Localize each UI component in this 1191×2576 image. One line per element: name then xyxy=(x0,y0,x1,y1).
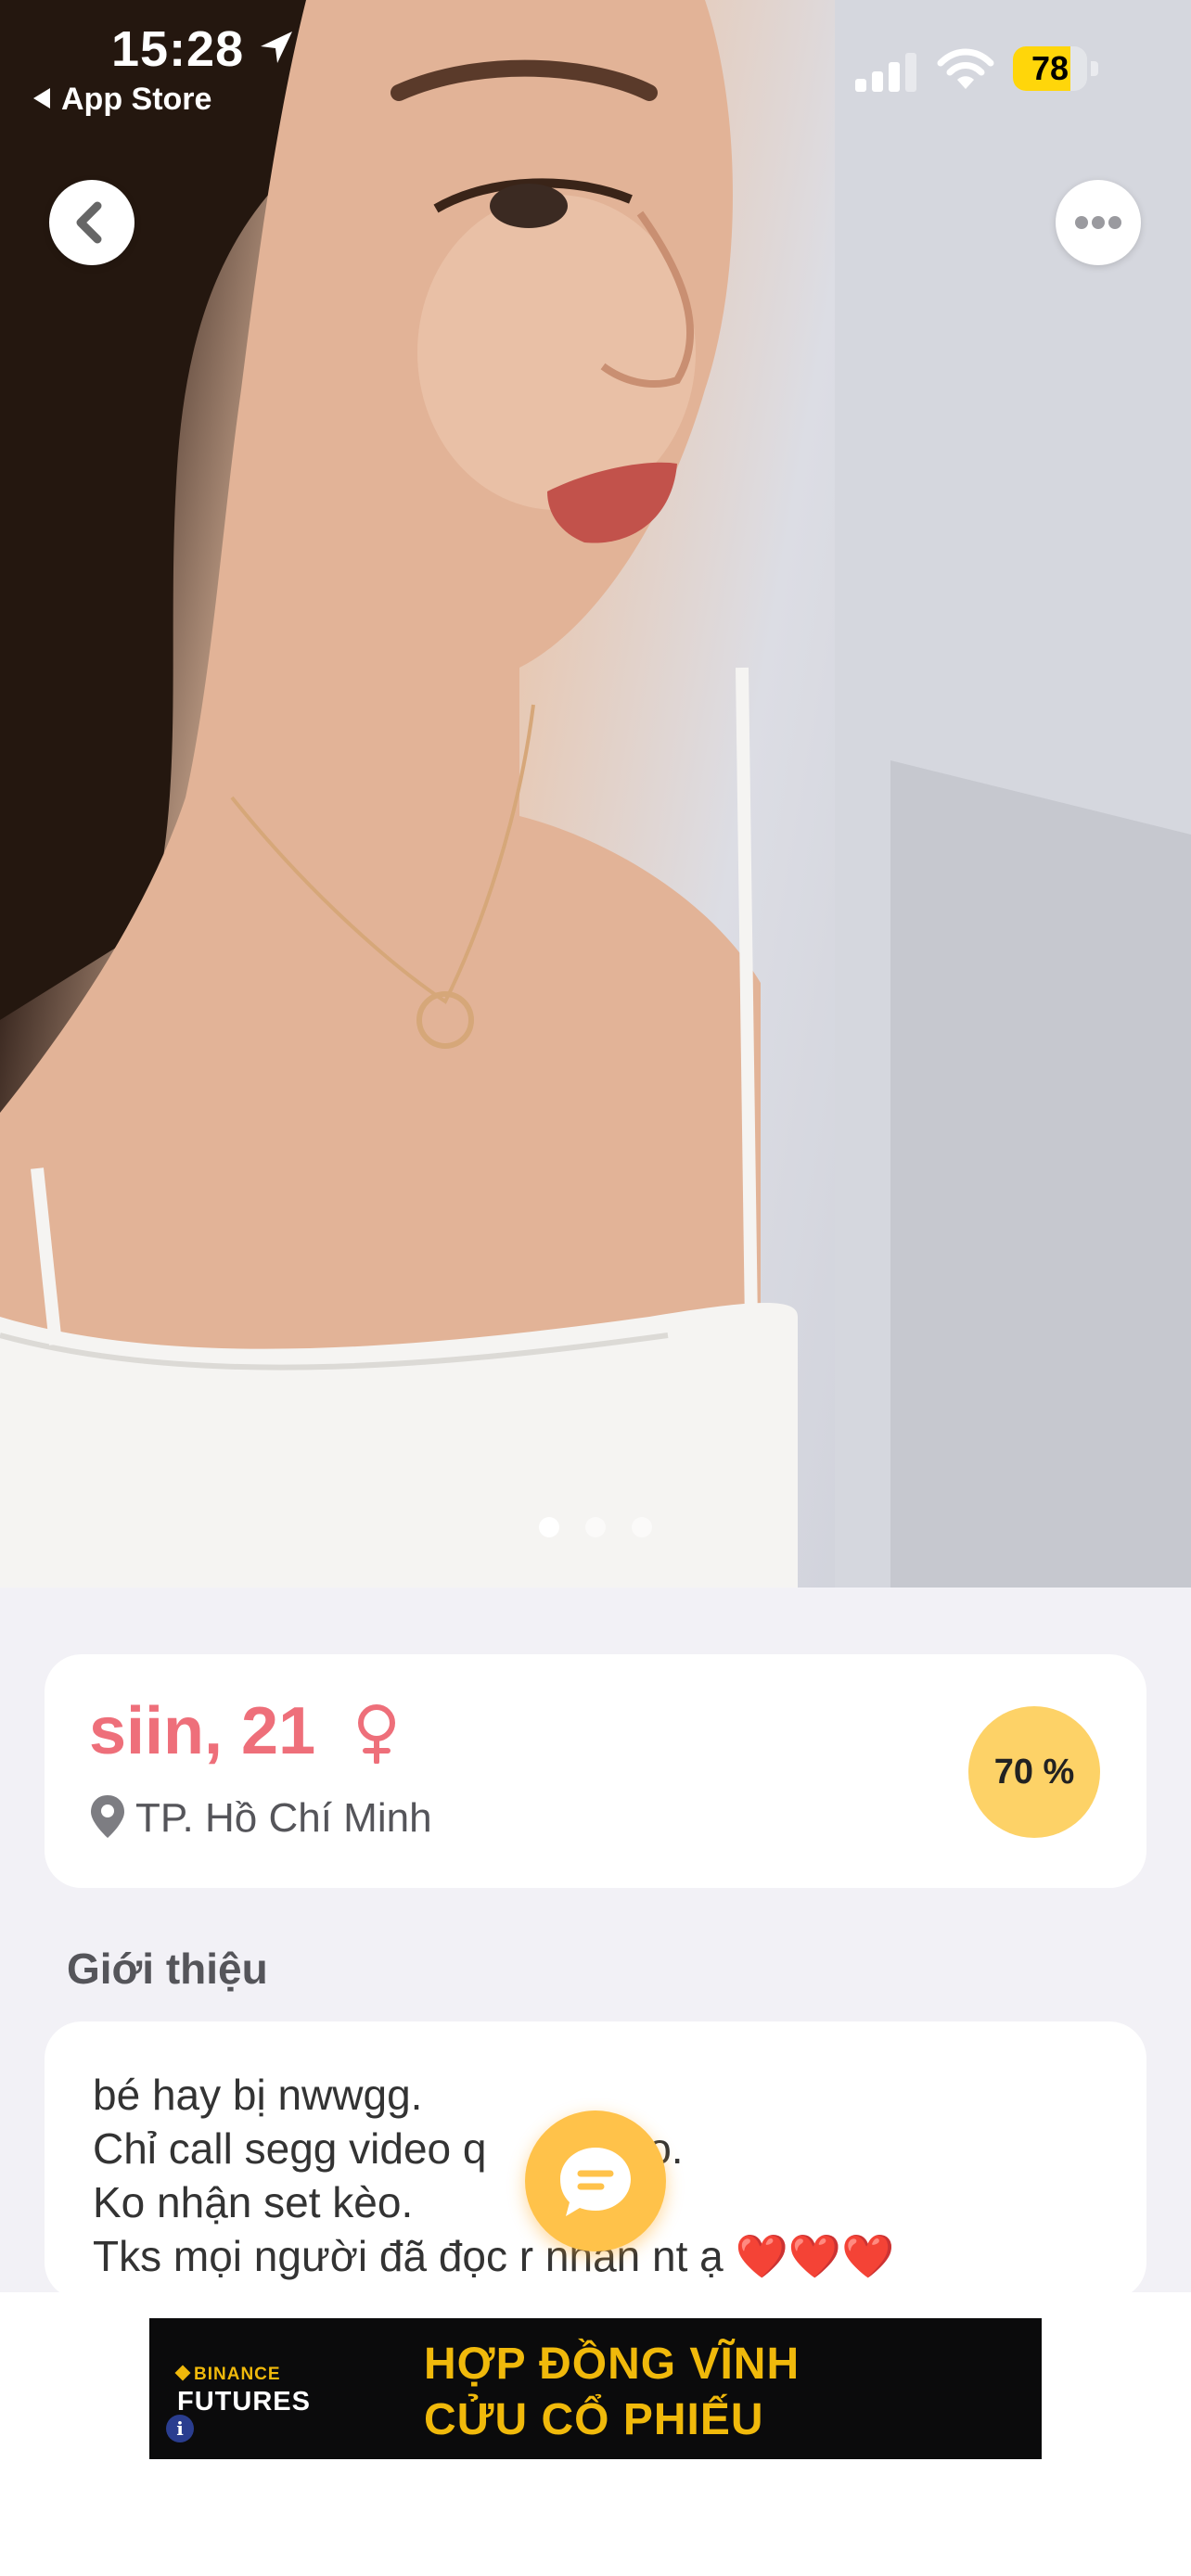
back-app-label: App Store xyxy=(61,82,212,117)
chat-bubble-icon xyxy=(560,2148,631,2216)
location-arrow-icon xyxy=(261,32,292,63)
wifi-icon xyxy=(937,48,994,89)
status-bar: 15:28 App Store 78 xyxy=(0,0,1191,130)
status-time: 15:28 xyxy=(111,21,245,77)
bio-line-2: Chỉ call segg video q xyxy=(93,2124,487,2173)
ad-headline-2: CỬU CỔ PHIẾU xyxy=(424,2395,764,2444)
female-icon xyxy=(358,1704,395,1764)
ad-banner[interactable]: BINANCE FUTURES i HỢP ĐỒNG VĨNH CỬU CỔ P… xyxy=(149,2318,1042,2459)
more-options-button[interactable] xyxy=(1056,180,1141,265)
ad-area: BINANCE FUTURES i HỢP ĐỒNG VĨNH CỬU CỔ P… xyxy=(0,2292,1191,2576)
bio-line-4: Tks mọi người đã đọc r nhấn nt ạ ❤️❤️❤️ xyxy=(93,2232,895,2280)
battery-percent: 78 xyxy=(1031,49,1069,87)
ad-brand-line2: FUTURES xyxy=(177,2387,311,2417)
pager-dot-2[interactable] xyxy=(585,1517,606,1537)
ad-brand-line1: BINANCE xyxy=(194,2365,281,2384)
back-button[interactable] xyxy=(49,180,134,265)
pager-dot-1[interactable] xyxy=(539,1517,559,1537)
chevron-left-icon xyxy=(76,201,102,244)
chat-button[interactable] xyxy=(525,2111,666,2251)
intro-section-title: Giới thiệu xyxy=(67,1945,268,1993)
profile-photo[interactable] xyxy=(0,0,1191,1588)
pager-dot-3[interactable] xyxy=(632,1517,652,1537)
profile-info-card: siin, 21 TP. Hồ Chí Minh 70 % xyxy=(45,1654,1146,1888)
map-pin-icon xyxy=(91,1795,124,1838)
more-dots-icon xyxy=(1075,216,1121,229)
back-triangle-icon xyxy=(33,88,50,108)
info-icon[interactable]: i xyxy=(166,2415,194,2442)
battery-icon: 78 xyxy=(1013,46,1100,93)
profile-location: TP. Hồ Chí Minh xyxy=(135,1795,432,1841)
bio-line-1: bé hay bị nwwgg. xyxy=(93,2071,423,2119)
profile-name-age: siin, 21 xyxy=(89,1694,316,1768)
back-to-app-store[interactable]: App Store xyxy=(33,82,211,118)
photo-pager[interactable] xyxy=(0,1517,1191,1542)
profile-photo-illustration xyxy=(0,0,1191,1588)
ad-headline-1: HỢP ĐỒNG VĨNH xyxy=(424,2340,800,2389)
ad-brand-logo: BINANCE FUTURES xyxy=(174,2365,326,2417)
cellular-signal-icon xyxy=(855,53,916,92)
bio-line-3: Ko nhận set kèo. xyxy=(93,2178,414,2226)
match-percent-badge: 70 % xyxy=(968,1706,1100,1838)
